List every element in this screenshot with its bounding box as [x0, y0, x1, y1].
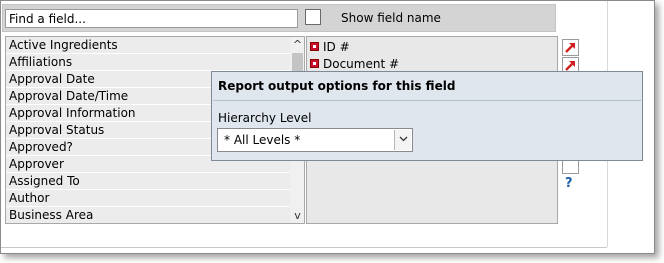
scroll-down-icon[interactable]: v [290, 208, 304, 223]
arrow-up-right-icon [565, 43, 575, 53]
remove-field-icon[interactable] [310, 42, 319, 51]
move-up-button[interactable] [562, 39, 579, 56]
list-item[interactable]: Assigned To [6, 173, 290, 190]
selected-field-label: Document # [323, 57, 400, 71]
show-field-name-checkbox[interactable] [305, 9, 321, 25]
list-item[interactable]: Author [6, 190, 290, 207]
list-item[interactable]: Active Ingredients [6, 37, 290, 54]
list-item[interactable]: Affiliations [6, 54, 290, 71]
toolbar: Show field name [2, 4, 556, 32]
find-field-input[interactable] [5, 9, 298, 28]
output-options-popup: Report output options for this field Hie… [211, 71, 643, 161]
hierarchy-level-select[interactable]: * All Levels * [217, 128, 413, 152]
divider [1, 247, 607, 248]
popup-title: Report output options for this field [218, 79, 456, 93]
remove-field-icon[interactable] [310, 59, 319, 68]
help-icon[interactable]: ? [565, 176, 573, 191]
chevron-down-icon[interactable] [394, 130, 411, 150]
show-field-name-label: Show field name [341, 11, 441, 25]
hierarchy-level-label: Hierarchy Level [218, 111, 312, 125]
hierarchy-level-value: * All Levels * [224, 133, 301, 147]
selected-field-item[interactable]: ID # [310, 39, 350, 56]
selected-field-label: ID # [323, 40, 350, 54]
scroll-up-icon[interactable]: ^ [290, 37, 304, 52]
list-item[interactable]: Business Area [6, 207, 290, 223]
divider [213, 100, 641, 101]
